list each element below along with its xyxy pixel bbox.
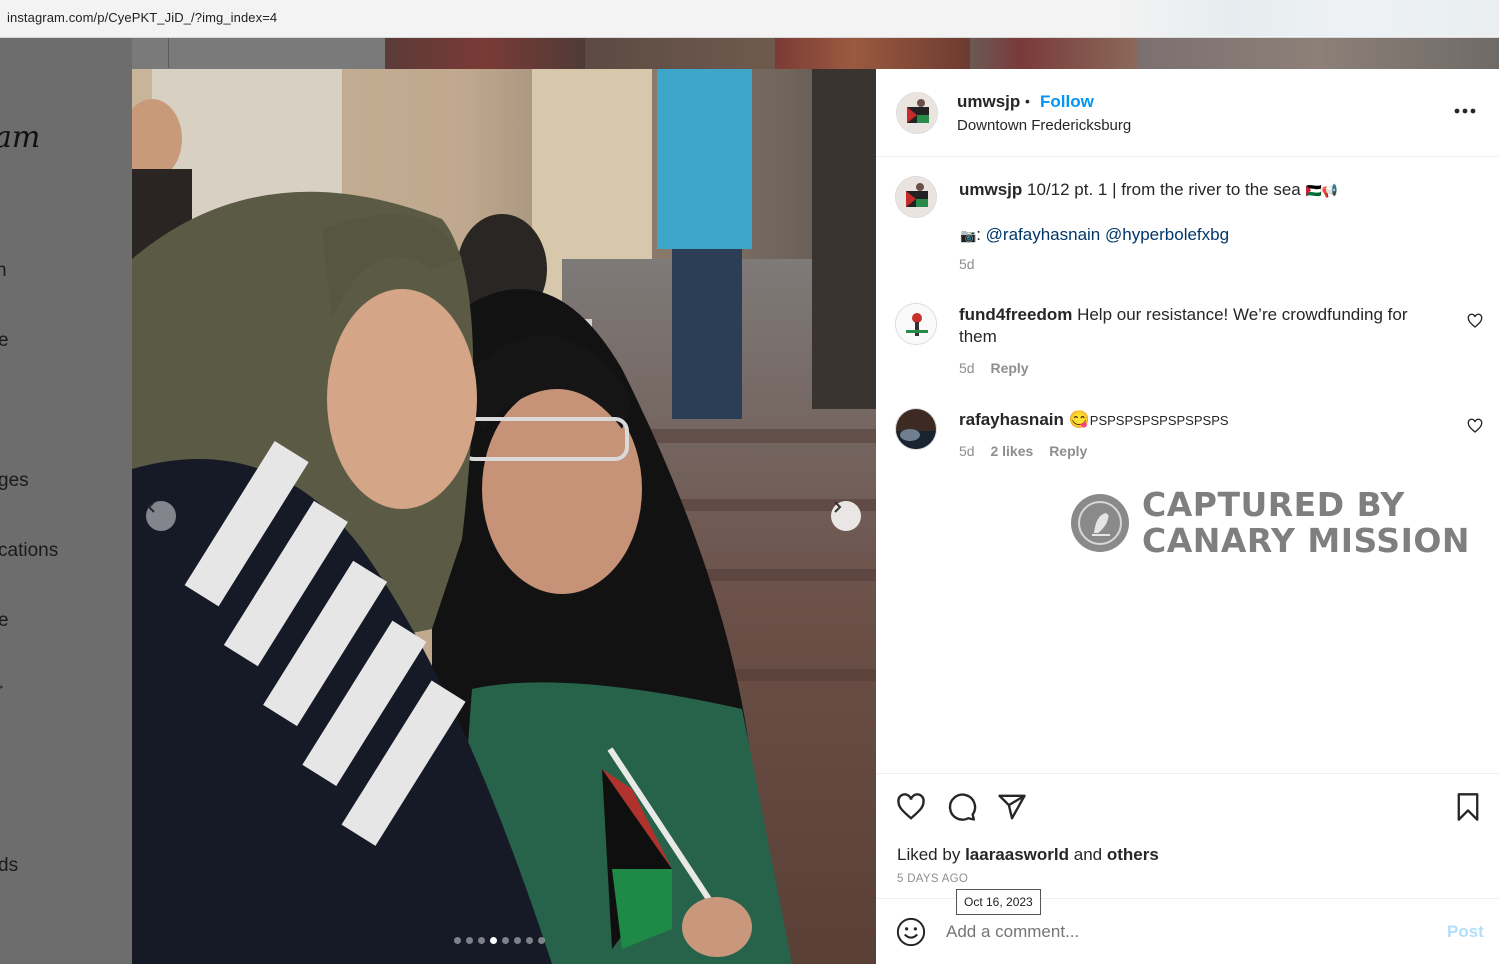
- caption-time[interactable]: 5d: [959, 256, 975, 272]
- more-options-button[interactable]: [1454, 103, 1478, 119]
- comment-meta: 5d 2 likes Reply: [959, 443, 1087, 459]
- carousel-dot: [526, 937, 533, 944]
- post-timestamp[interactable]: 5 DAYS AGO: [897, 873, 968, 885]
- save-bookmark-icon[interactable]: [1454, 792, 1482, 822]
- umwsjp-avatar-icon: [896, 177, 936, 217]
- reply-button[interactable]: Reply: [990, 360, 1028, 376]
- comment-body: fund4freedom Help our resistance! We’re …: [959, 304, 1439, 348]
- timestamp-tooltip: Oct 16, 2023: [956, 889, 1041, 915]
- caption-credits: 📷: @rafayhasnain @hyperbolefxbg: [960, 225, 1229, 245]
- canary-mission-watermark: CAPTURED BY CANARY MISSION: [1070, 487, 1470, 559]
- camera-emoji: 📷: [960, 228, 977, 243]
- fund4freedom-avatar-icon: [896, 304, 936, 344]
- watermark-text: CAPTURED BY CANARY MISSION: [1142, 487, 1470, 559]
- post-photo-illustration: [132, 69, 876, 964]
- comment-meta: 5d Reply: [959, 360, 1029, 376]
- address-bar[interactable]: instagram.com/p/CyePKT_JiD_/?img_index=4: [0, 0, 1499, 38]
- background-thumbnails: [385, 38, 1499, 69]
- nav-item: e: [0, 330, 9, 351]
- post-location[interactable]: Downtown Fredericksburg: [957, 117, 1131, 134]
- nav-item-notifications: cations: [0, 540, 59, 561]
- share-send-icon[interactable]: [997, 792, 1027, 822]
- left-navigation-dimmed: am n e ges cations e > ds: [0, 38, 132, 964]
- avatar[interactable]: [896, 92, 938, 134]
- liked-by-others[interactable]: others: [1107, 845, 1159, 864]
- chevron-right-icon: [834, 501, 842, 513]
- rafayhasnain-avatar-icon: [896, 409, 936, 449]
- liked-by-user[interactable]: laaraasworld: [965, 845, 1069, 864]
- nav-item: n: [0, 260, 7, 281]
- avatar[interactable]: [895, 303, 937, 345]
- post-comment-button[interactable]: Post: [1447, 922, 1484, 942]
- instagram-logo: am: [0, 120, 41, 155]
- watermark-line: CANARY MISSION: [1142, 521, 1471, 560]
- carousel-dot: [478, 937, 485, 944]
- carousel-indicator: [454, 937, 545, 944]
- post-details-panel: umwsjp • Follow Downtown Fredericksburg …: [876, 69, 1499, 964]
- comment-input[interactable]: [946, 919, 1426, 945]
- watermark-line: CAPTURED BY: [1142, 485, 1405, 524]
- comment-username[interactable]: rafayhasnain: [959, 410, 1064, 429]
- reply-button[interactable]: Reply: [1049, 443, 1087, 459]
- comment-bubble-icon[interactable]: [947, 792, 977, 822]
- carousel-dot: [454, 937, 461, 944]
- toolbar-blurred-area: [1120, 0, 1499, 36]
- caption-colon: :: [976, 225, 981, 244]
- caption-line: umwsjp 10/12 pt. 1 | from the river to t…: [959, 180, 1338, 200]
- nav-item: e: [0, 610, 9, 631]
- nav-item: >: [0, 680, 3, 694]
- carousel-dot-active: [490, 937, 497, 944]
- previous-image-button[interactable]: [146, 501, 176, 531]
- mention-link[interactable]: @hyperbolefxbg: [1105, 225, 1229, 244]
- more-horizontal-icon: [1454, 108, 1476, 114]
- likes-prefix: Liked by: [897, 845, 961, 864]
- comment-likes[interactable]: 2 likes: [990, 443, 1033, 459]
- caption-username[interactable]: umwsjp: [959, 180, 1022, 199]
- comment-body: rafayhasnain 😋PSPSPSPSPSPSPSPS: [959, 410, 1229, 430]
- comment-text: PSPSPSPSPSPSPSPS: [1089, 413, 1229, 428]
- comment-time[interactable]: 5d: [959, 360, 975, 376]
- comment-time[interactable]: 5d: [959, 443, 975, 459]
- post-header: umwsjp • Follow Downtown Fredericksburg: [876, 69, 1499, 157]
- carousel-dot: [514, 937, 521, 944]
- avatar[interactable]: [895, 408, 937, 450]
- emoji-smiley-icon[interactable]: [896, 917, 926, 947]
- follow-button[interactable]: Follow: [1040, 92, 1094, 112]
- carousel-dot: [466, 937, 473, 944]
- mention-link[interactable]: @rafayhasnain: [986, 225, 1101, 244]
- nav-divider: [168, 38, 169, 68]
- like-comment-heart-icon[interactable]: [1467, 418, 1483, 434]
- carousel-dot: [502, 937, 509, 944]
- caption-text: 10/12 pt. 1 | from the river to the sea: [1027, 180, 1301, 199]
- likes-summary: Liked by laaraasworld and others: [897, 845, 1159, 865]
- next-image-button[interactable]: [831, 501, 861, 531]
- like-heart-icon[interactable]: [896, 792, 926, 822]
- post-image[interactable]: [132, 69, 876, 964]
- umwsjp-avatar-icon: [897, 93, 937, 133]
- nav-item-threads: ds: [0, 855, 19, 876]
- chevron-left-icon: [147, 501, 155, 513]
- nav-item-messages: ges: [0, 470, 29, 491]
- likes-and: and: [1073, 845, 1103, 864]
- comment-username[interactable]: fund4freedom: [959, 305, 1072, 324]
- carousel-dot: [538, 937, 545, 944]
- avatar[interactable]: [895, 176, 937, 218]
- comment-emoji: 😋: [1068, 410, 1090, 429]
- canary-bird-logo-icon: [1071, 494, 1129, 552]
- caption-emoji: 🇵🇸📢: [1305, 183, 1338, 198]
- post-author-username[interactable]: umwsjp: [957, 92, 1020, 112]
- like-comment-heart-icon[interactable]: [1467, 313, 1483, 329]
- separator-dot: •: [1025, 93, 1030, 109]
- url-text[interactable]: instagram.com/p/CyePKT_JiD_/?img_index=4: [7, 10, 277, 25]
